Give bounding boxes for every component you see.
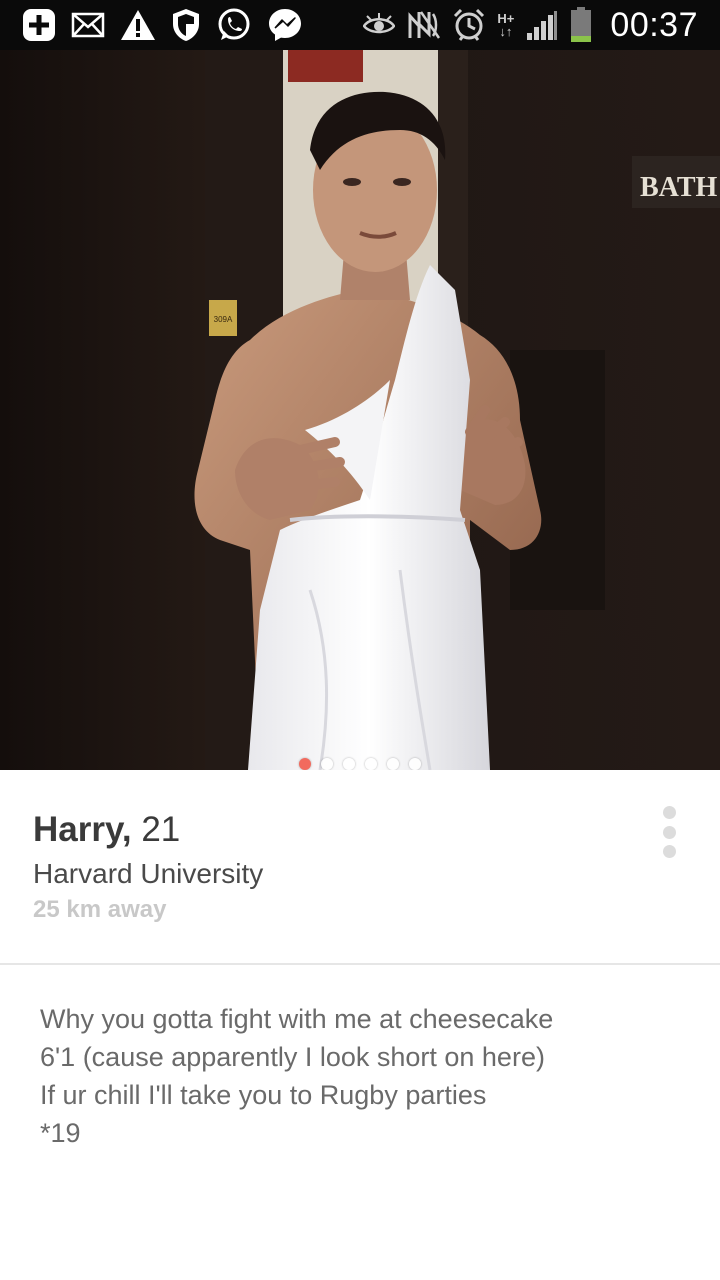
pager-dot-5[interactable] bbox=[387, 758, 399, 770]
pager-dot-6[interactable] bbox=[409, 758, 421, 770]
profile-name: Harry, bbox=[33, 810, 132, 849]
pager-dot-1[interactable] bbox=[299, 758, 311, 770]
profile-info: Harry, 21 Harvard University 25 km away bbox=[0, 770, 720, 964]
nfc-icon bbox=[407, 7, 441, 43]
pager-dot-3[interactable] bbox=[343, 758, 355, 770]
room-plate-text: 309A bbox=[214, 315, 233, 324]
profile-distance: 25 km away bbox=[33, 896, 167, 923]
data-activity-arrows: ↓↑ bbox=[499, 24, 513, 39]
system-icons: H+ ↓↑ 00:37 bbox=[363, 6, 698, 45]
photo-pager bbox=[0, 758, 720, 770]
more-options-button[interactable] bbox=[655, 806, 683, 858]
profile-photo-image: 309A BATH bbox=[0, 50, 720, 770]
profile-age: 21 bbox=[141, 810, 181, 849]
whatsapp-icon bbox=[216, 7, 252, 43]
profile-school: Harvard University bbox=[33, 858, 264, 889]
pager-dot-2[interactable] bbox=[321, 758, 333, 770]
status-bar: H+ ↓↑ 00:37 bbox=[0, 0, 720, 50]
more-options-dot-icon bbox=[662, 825, 676, 839]
bio-line: *19 bbox=[40, 1118, 81, 1148]
profile-photo[interactable]: 309A BATH bbox=[0, 50, 720, 770]
section-divider bbox=[0, 963, 720, 965]
warning-icon bbox=[120, 7, 156, 43]
tinder-profile-screen: H+ ↓↑ 00:37 309A BATH Harry, 21 Harvard … bbox=[0, 0, 720, 1280]
clock: 00:37 bbox=[610, 5, 698, 44]
more-options-dot-icon bbox=[662, 845, 676, 858]
bio-line: Why you gotta fight with me at cheesecak… bbox=[40, 1004, 554, 1034]
more-options-dot-icon bbox=[662, 806, 676, 819]
bath-sign-text: BATH bbox=[640, 172, 717, 203]
messenger-icon bbox=[267, 7, 303, 43]
plus-icon bbox=[22, 7, 56, 43]
notification-icons bbox=[22, 7, 303, 43]
bio-line: If ur chill I'll take you to Rugby parti… bbox=[40, 1080, 487, 1110]
shield-icon bbox=[171, 7, 201, 43]
profile-bio: Why you gotta fight with me at cheesecak… bbox=[40, 1000, 700, 1152]
eye-icon bbox=[363, 7, 396, 43]
signal-icon bbox=[526, 7, 558, 43]
mail-icon bbox=[71, 7, 105, 43]
network-type-indicator: H+ ↓↑ bbox=[497, 12, 514, 38]
bio-line: 6'1 (cause apparently I look short on he… bbox=[40, 1042, 545, 1072]
name-age-line: Harry, 21 bbox=[33, 810, 180, 850]
battery-icon bbox=[570, 7, 592, 43]
alarm-icon bbox=[453, 7, 485, 43]
pager-dot-4[interactable] bbox=[365, 758, 377, 770]
